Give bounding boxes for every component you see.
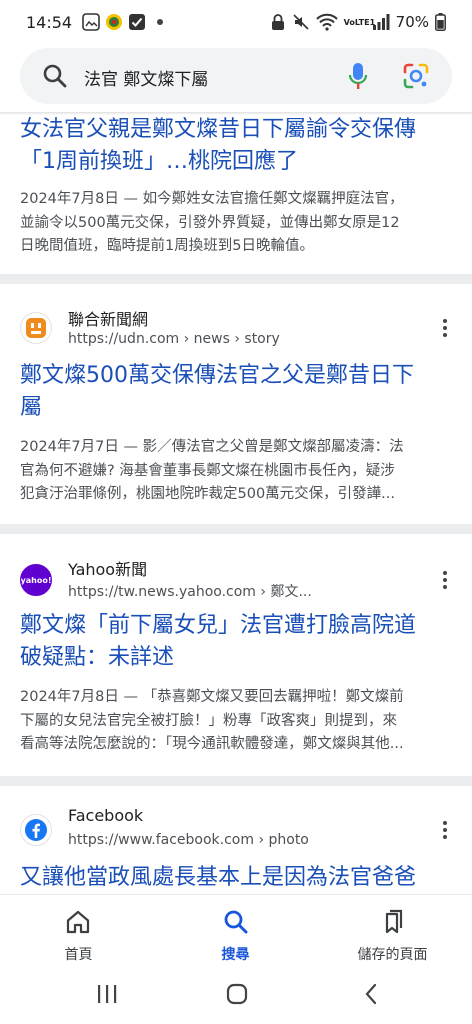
result-title-line: 破疑點：未詳述 bbox=[20, 645, 175, 670]
app-notification-icon bbox=[105, 13, 123, 31]
result-title-line: 屬 bbox=[20, 395, 43, 420]
nav-saved-label: 儲存的頁面 bbox=[357, 947, 428, 963]
snippet-line: 官為何不避嫌? 海基會董事長鄭文燦在桃園市長任內，疑涉 bbox=[20, 462, 395, 479]
result-snippet: 2024年7月8日 — 如今鄭姓女法官擔任鄭文燦羈押庭法官， 並諭令以500萬元… bbox=[20, 188, 452, 259]
nav-home[interactable]: 首頁 bbox=[0, 895, 157, 975]
yahoo-logo-text: yahoo! bbox=[20, 575, 52, 585]
signal-icon bbox=[372, 14, 390, 30]
result-card: 聯合新聞網 https://udn.com › news › story 鄭文燦… bbox=[0, 284, 472, 522]
nav-saved[interactable]: 儲存的頁面 bbox=[314, 895, 471, 975]
microphone-icon[interactable] bbox=[348, 62, 368, 90]
result-card: 女法官父親是鄭文燦昔日下屬諭令交保傳 「1周前換班」…桃院回應了 2024年7月… bbox=[0, 112, 472, 274]
snippet-line: 2024年7月8日 — 如今鄭姓女法官擔任鄭文燦羈押庭法官， bbox=[20, 191, 404, 207]
system-status-icons: VoLTE1 70% bbox=[270, 13, 446, 31]
snippet-line: 看高等法院怎麼說的：「現今通訊軟體發達，鄭文燦與其他... bbox=[20, 736, 404, 752]
result-title[interactable]: 又讓他當政風處長基本上是因為法官爸爸 bbox=[20, 862, 450, 894]
result-title[interactable]: 鄭文燦500萬交保傳法官之父是鄭昔日下 屬 bbox=[20, 360, 450, 424]
result-snippet: 2024年7月7日 — 影／傳法官之父曾是鄭文燦部屬凌濤：法 官為何不避嫌? 海… bbox=[20, 436, 452, 507]
facebook-logo-icon bbox=[20, 814, 52, 846]
search-results: 女法官父親是鄭文燦昔日下屬諭令交保傳 「1周前換班」…桃院回應了 2024年7月… bbox=[0, 112, 472, 894]
more-options-icon[interactable] bbox=[438, 316, 452, 340]
mute-icon bbox=[293, 14, 309, 30]
result-divider bbox=[0, 524, 472, 534]
lock-icon bbox=[271, 14, 284, 30]
volte-label: VoLTE1 bbox=[343, 17, 376, 27]
result-divider bbox=[0, 274, 472, 284]
result-title-line: 鄭文燦500萬交保傳法官之父是鄭昔日下 bbox=[20, 363, 414, 388]
home-icon bbox=[66, 910, 90, 934]
snippet-line: 並諭令以500萬元交保，引發外界質疑，並傳出鄭女原是12 bbox=[20, 214, 400, 231]
snippet-line: 日晚間值班，臨時提前1周換班到5日晚輪值。 bbox=[20, 238, 314, 254]
snippet-line: 犯貪汙治罪條例，桃園地院昨裁定500萬元交保，引發譁... bbox=[20, 486, 396, 502]
more-options-icon[interactable] bbox=[438, 818, 452, 842]
search-icon[interactable] bbox=[42, 63, 68, 89]
source-name[interactable]: Yahoo新聞 bbox=[68, 556, 147, 580]
nav-search[interactable]: 搜尋 bbox=[157, 895, 314, 975]
bookmarks-icon bbox=[385, 909, 403, 934]
nav-home-label: 首頁 bbox=[64, 947, 93, 963]
search-input[interactable]: 法官 鄭文燦下屬 bbox=[84, 65, 208, 90]
result-title-line: 又讓他當政風處長基本上是因為法官爸爸 bbox=[20, 865, 417, 890]
more-notifications-icon bbox=[157, 19, 164, 25]
status-time: 14:54 bbox=[26, 12, 73, 32]
source-name[interactable]: 聯合新聞網 bbox=[68, 306, 148, 330]
source-url[interactable]: https://tw.news.yahoo.com › 鄭文... bbox=[68, 581, 312, 601]
result-title-line: 「1周前換班」…桃院回應了 bbox=[20, 149, 298, 174]
search-icon bbox=[224, 910, 248, 934]
result-card: Facebook https://www.facebook.com › phot… bbox=[0, 786, 472, 894]
google-lens-icon[interactable] bbox=[402, 62, 430, 90]
battery-percent: 70% bbox=[395, 13, 429, 31]
battery-icon bbox=[435, 13, 446, 31]
bottom-navigation: 首頁 搜尋 儲存的頁面 bbox=[0, 894, 472, 974]
source-name[interactable]: Facebook bbox=[68, 806, 143, 825]
nav-search-label: 搜尋 bbox=[221, 947, 250, 963]
back-icon[interactable] bbox=[364, 983, 378, 1005]
source-url[interactable]: https://udn.com › news › story bbox=[68, 331, 280, 347]
wifi-icon bbox=[315, 13, 338, 31]
recent-apps-icon[interactable] bbox=[96, 984, 118, 1004]
result-title[interactable]: 女法官父親是鄭文燦昔日下屬諭令交保傳 「1周前換班」…桃院回應了 bbox=[20, 114, 450, 178]
search-bar[interactable]: 法官 鄭文燦下屬 bbox=[20, 48, 452, 104]
udn-logo-icon bbox=[20, 312, 52, 344]
snippet-line: 2024年7月8日 — 「恭喜鄭文燦又要回去羈押啦！鄭文燦前 bbox=[20, 689, 404, 705]
system-navigation-bar bbox=[0, 974, 472, 1024]
status-bar: 14:54 VoLTE1 70% bbox=[0, 0, 472, 44]
more-options-icon[interactable] bbox=[438, 568, 452, 592]
source-url[interactable]: https://www.facebook.com › photo bbox=[68, 832, 309, 848]
search-header: 法官 鄭文燦下屬 bbox=[0, 44, 472, 112]
snippet-line: 2024年7月7日 — 影／傳法官之父曾是鄭文燦部屬凌濤：法 bbox=[20, 439, 404, 455]
yahoo-logo-icon: yahoo! bbox=[20, 564, 52, 596]
result-title-line: 女法官父親是鄭文燦昔日下屬諭令交保傳 bbox=[20, 117, 417, 142]
check-icon bbox=[128, 13, 146, 31]
notification-icons bbox=[82, 13, 164, 31]
result-snippet: 2024年7月8日 — 「恭喜鄭文燦又要回去羈押啦！鄭文燦前 下屬的女兒法官完全… bbox=[20, 686, 452, 757]
result-title[interactable]: 鄭文燦「前下屬女兒」法官遭打臉高院道 破疑點：未詳述 bbox=[20, 610, 450, 674]
header-shadow bbox=[0, 112, 472, 115]
gallery-icon bbox=[82, 13, 100, 31]
result-card: yahoo! Yahoo新聞 https://tw.news.yahoo.com… bbox=[0, 534, 472, 774]
home-button-icon[interactable] bbox=[226, 983, 248, 1005]
result-divider bbox=[0, 776, 472, 786]
snippet-line: 下屬的女兒法官完全被打臉！」粉專「政客爽」則提到，來 bbox=[20, 712, 397, 729]
result-title-line: 鄭文燦「前下屬女兒」法官遭打臉高院道 bbox=[20, 613, 417, 638]
